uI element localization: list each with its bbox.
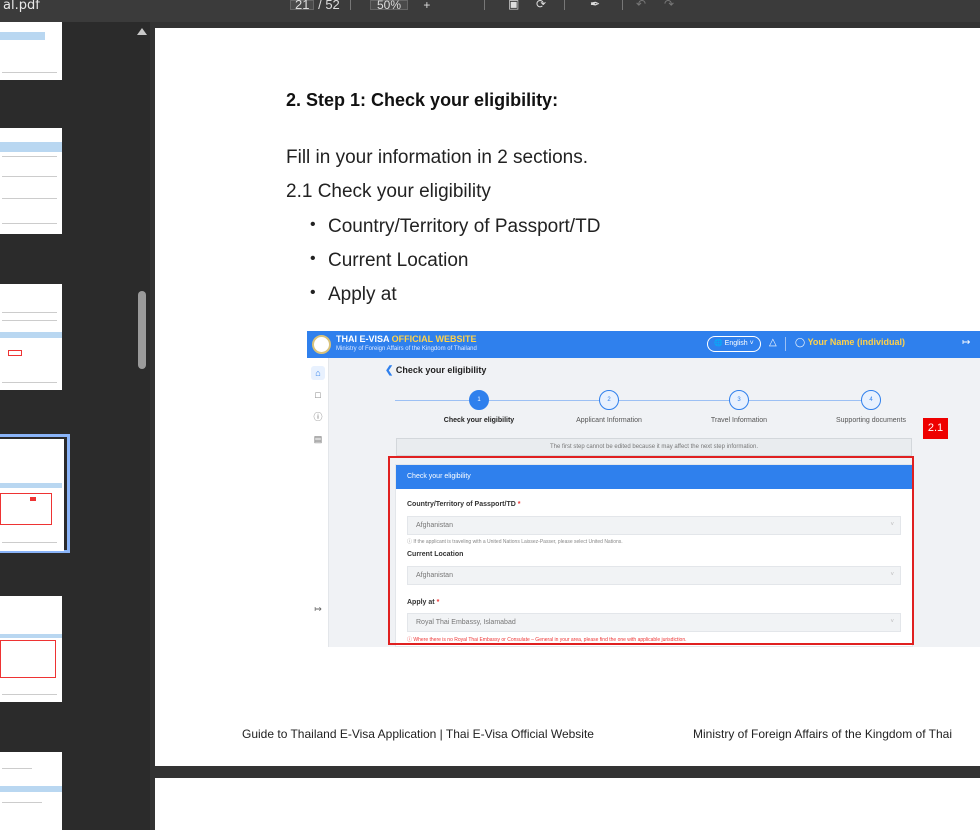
toolbar-divider [622, 0, 623, 10]
pdf-page: 2. Step 1: Check your eligibility: Fill … [155, 28, 980, 766]
info-icon: ⓘ [313, 412, 323, 422]
document-view: 2. Step 1: Check your eligibility: Fill … [150, 22, 980, 830]
rotate-icon[interactable]: ⟳ [536, 0, 546, 12]
scroll-up-icon[interactable] [137, 28, 147, 35]
draw-icon[interactable]: ✒ [590, 0, 600, 12]
home-icon: ⌂ [311, 366, 325, 380]
pdf-page [155, 778, 980, 830]
page-number-input[interactable]: 21 [290, 0, 315, 11]
bullet-item: Country/Territory of Passport/TD [310, 216, 600, 238]
page-indicator: 21 / 52 [290, 0, 340, 12]
bell-icon: △ [769, 337, 777, 348]
step-label: Check your eligibility [443, 417, 515, 424]
toolbar-divider [564, 0, 565, 10]
scrollbar-thumb[interactable] [138, 291, 146, 369]
site-logo [312, 335, 331, 354]
highlight-box [388, 456, 914, 645]
redo-icon[interactable]: ↷ [664, 0, 674, 12]
language-selector: 🌐 English ˅ [707, 336, 761, 352]
step-label: Travel Information [710, 417, 768, 424]
section-heading: 2. Step 1: Check your eligibility: [286, 90, 559, 110]
bullet-item: Apply at [310, 284, 397, 306]
site-subtitle: Ministry of Foreign Affairs of the Kingd… [336, 346, 477, 352]
footer-left: Guide to Thailand E-Visa Application | T… [242, 727, 594, 741]
annotation-tag: 2.1 [923, 418, 948, 439]
zoom-control: 50% + [370, 0, 430, 12]
fit-page-icon[interactable]: ▣ [508, 0, 519, 12]
header-divider [785, 337, 786, 351]
notice-banner: The first step cannot be edited because … [396, 438, 912, 456]
bullet-item: Current Location [310, 250, 469, 272]
file-icon: ▤ [313, 434, 323, 444]
step-marker: 1 [469, 390, 489, 410]
zoom-in-button[interactable]: + [423, 0, 430, 12]
step-marker: 2 [599, 390, 619, 410]
thumbnail-panel [0, 22, 150, 830]
page-total: / 52 [318, 0, 340, 12]
thumbnail-scrollbar[interactable] [134, 22, 150, 830]
page-thumbnail[interactable] [0, 284, 62, 390]
intro-text: Fill in your information in 2 sections. [286, 147, 589, 168]
undo-icon[interactable]: ↶ [636, 0, 646, 12]
site-sidebar: ⌂ □ ⓘ ▤ ↦ [307, 358, 329, 647]
step-label: Supporting documents [835, 417, 907, 424]
subheading: 2.1 Check your eligibility [286, 181, 491, 202]
zoom-input[interactable]: 50% [370, 0, 409, 11]
viewer-toolbar: al.pdf 21 / 52 50% + ▣ ⟳ ✒ ↶ ↷ [0, 0, 980, 22]
step-marker: 3 [729, 390, 749, 410]
stepper-line [395, 400, 879, 401]
page-thumbnail[interactable] [0, 752, 62, 830]
toolbar-divider [350, 0, 351, 10]
step-label: Applicant Information [576, 417, 642, 424]
back-link: ❮ Check your eligibility [385, 365, 487, 376]
site-title: THAI E-VISA OFFICIAL WEBSITE [336, 334, 477, 344]
toolbar-divider [484, 0, 485, 10]
expand-icon: ↦ [314, 604, 322, 614]
logout-icon: ↦ [962, 337, 971, 348]
site-header: THAI E-VISA OFFICIAL WEBSITE Ministry of… [307, 331, 980, 358]
current-page-thumbnail[interactable] [0, 434, 70, 553]
step-marker: 4 [861, 390, 881, 410]
document-filename: al.pdf [3, 0, 40, 13]
footer-right: Ministry of Foreign Affairs of the Kingd… [693, 727, 953, 741]
page-thumbnail[interactable] [0, 22, 62, 80]
document-icon: □ [315, 390, 321, 400]
page-thumbnail[interactable] [0, 128, 62, 234]
page-thumbnail[interactable] [0, 596, 62, 702]
user-menu: ◯ Your Name (individual) [795, 337, 905, 347]
